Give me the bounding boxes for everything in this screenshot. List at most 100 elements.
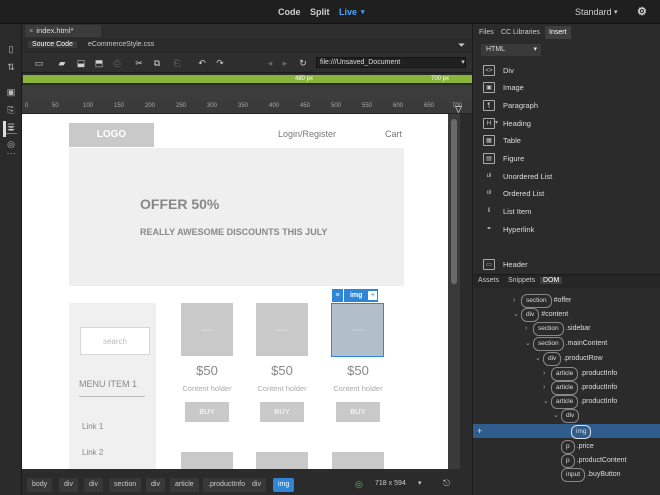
align-icon[interactable]: ☰	[5, 122, 17, 132]
insert-hyperlink[interactable]: ⚭ Hyperlink	[481, 221, 656, 238]
save-icon[interactable]: ⬓	[76, 58, 86, 68]
scrollbar-thumb[interactable]	[451, 119, 457, 284]
breadcrumb-tag[interactable]: div	[146, 478, 165, 492]
breadcrumb-tag-active[interactable]: img	[273, 478, 295, 492]
insert-div[interactable]: <> Div	[481, 62, 656, 79]
paste-icon[interactable]: ⎗	[172, 58, 182, 68]
insert-table[interactable]: ▦ Table	[481, 132, 656, 149]
dom-node[interactable]: › article .productInfo	[543, 381, 617, 395]
preview-in-browser-icon[interactable]: ⎋	[443, 478, 450, 489]
undo-icon[interactable]: ↶	[197, 58, 207, 68]
dom-node[interactable]: › section .sidebar	[525, 322, 591, 336]
filter-icon[interactable]: ⏷	[454, 40, 469, 51]
code-view-button[interactable]: Code	[278, 7, 301, 17]
toggle-icon[interactable]: ⌄	[525, 338, 533, 350]
live-view-canvas[interactable]: LOGO Login/Register Cart OFFER 50% REALL…	[22, 114, 448, 469]
workspace-dropdown-icon[interactable]: ▾	[614, 8, 618, 16]
toggle-icon[interactable]: ⌄	[535, 353, 543, 365]
dom-node[interactable]: input .buyButton	[553, 468, 621, 482]
tab-snippets[interactable]: Snippets	[505, 277, 538, 284]
redo-icon[interactable]: ↷	[215, 58, 225, 68]
insert-figure[interactable]: ▤ Figure	[481, 150, 656, 167]
window-size-readout[interactable]: 718 x 594	[375, 480, 406, 487]
tab-files[interactable]: Files	[475, 26, 498, 39]
dom-node[interactable]: › section #offer	[513, 294, 571, 308]
expand-icon[interactable]: ▾	[495, 115, 498, 132]
tab-assets[interactable]: Assets	[475, 277, 502, 284]
window-size-dropdown-icon[interactable]: ▾	[418, 479, 422, 487]
preview-icon[interactable]: ▣	[5, 87, 17, 97]
forward-arrow-icon[interactable]: ▸	[280, 58, 290, 68]
insert-category-select[interactable]: HTML ▾	[481, 44, 541, 56]
add-element-icon[interactable]: +	[477, 426, 482, 436]
product-image[interactable]	[332, 452, 384, 469]
open-folder-icon[interactable]: ▰	[57, 58, 67, 68]
breadcrumb-tag[interactable]: div	[59, 478, 78, 492]
product-image[interactable]	[181, 452, 233, 469]
menu-item[interactable]: MENU ITEM 1	[79, 379, 137, 389]
nav-cart-link[interactable]: Cart	[385, 129, 402, 139]
dom-node[interactable]: › article .productInfo	[543, 367, 617, 381]
breadcrumb-tag[interactable]: article	[170, 478, 199, 492]
related-file-css[interactable]: eCommerceStyle.css	[84, 41, 158, 48]
breadcrumb-tag[interactable]: body	[27, 478, 53, 492]
offer-banner[interactable]	[69, 148, 404, 286]
back-arrow-icon[interactable]: ◂	[265, 58, 275, 68]
open-documents-icon[interactable]: ▯	[5, 44, 17, 54]
toggle-icon[interactable]: ›	[543, 382, 551, 394]
hamburger-icon[interactable]: ≡	[332, 289, 344, 302]
file-management-icon[interactable]: ⇅	[5, 62, 17, 72]
document-tab[interactable]: × index.html*	[25, 25, 101, 37]
dom-node[interactable]: ⌄ div #content	[513, 308, 568, 322]
toggle-icon[interactable]: ⌄	[553, 410, 561, 422]
tab-dom[interactable]: DOM	[540, 277, 563, 284]
more-tools-icon[interactable]: ···	[5, 148, 17, 158]
buy-button[interactable]: BUY	[336, 402, 380, 422]
close-tab-icon[interactable]: ×	[29, 26, 33, 35]
breadcrumb-tag[interactable]: div	[84, 478, 103, 492]
buy-button[interactable]: BUY	[260, 402, 304, 422]
element-display-badge[interactable]: ≡ img +	[332, 289, 378, 302]
product-image[interactable]: ▭▭▭	[256, 303, 308, 356]
dom-node[interactable]: ⌄ div	[553, 409, 581, 423]
live-view-button[interactable]: Live	[339, 7, 357, 17]
related-file-source-code[interactable]: Source Code	[28, 41, 77, 48]
toggle-icon[interactable]: ⌄	[513, 309, 521, 321]
split-view-button[interactable]: Split	[310, 7, 330, 17]
dom-node[interactable]: p .price	[553, 440, 594, 454]
sync-settings-icon[interactable]: ⚙	[637, 5, 647, 18]
toggle-icon[interactable]: ›	[543, 368, 551, 380]
visual-media-query-bar[interactable]: 480 px 700 px	[22, 73, 472, 85]
new-document-icon[interactable]: ▭	[34, 58, 44, 68]
insert-image[interactable]: ▣ Image	[481, 79, 656, 96]
dom-node[interactable]: ⌄ article .productInfo	[543, 395, 617, 409]
nav-login-link[interactable]: Login/Register	[278, 129, 336, 139]
toggle-icon[interactable]: ›	[525, 323, 533, 335]
workspace-switcher[interactable]: Standard	[575, 7, 612, 17]
copy-icon[interactable]: ⧉	[152, 58, 162, 68]
address-dropdown-icon[interactable]: ▾	[458, 58, 468, 68]
canvas-scrollbar[interactable]	[448, 114, 460, 469]
search-input[interactable]: search	[80, 327, 150, 355]
toggle-icon[interactable]: ›	[513, 295, 521, 307]
insert-ordered-list[interactable]: ol Ordered List	[481, 185, 656, 202]
media-query-range[interactable]: 480 px 700 px	[23, 75, 472, 83]
dom-node-selected[interactable]: img	[563, 425, 593, 439]
product-image[interactable]: ▭▭▭	[181, 303, 233, 356]
insert-paragraph[interactable]: ¶ Paragraph	[481, 97, 656, 114]
sidebar-link[interactable]: Link 1	[82, 422, 103, 431]
breadcrumb-tag[interactable]: .productInfo	[203, 478, 250, 492]
insert-list-item[interactable]: li List Item	[481, 203, 656, 220]
buy-button[interactable]: BUY	[185, 402, 229, 422]
breadcrumb-tag[interactable]: section	[109, 478, 142, 492]
save-all-icon[interactable]: ⬒	[94, 58, 104, 68]
selected-element-outline[interactable]	[331, 303, 384, 357]
insert-unordered-list[interactable]: ul Unordered List	[481, 168, 656, 185]
toggle-icon[interactable]: ⌄	[543, 396, 551, 408]
breadcrumb-tag[interactable]: div	[247, 478, 266, 492]
dom-node[interactable]: ⌄ div .productRow	[535, 352, 603, 366]
dom-node[interactable]: ⌄ section .mainContent	[525, 337, 607, 351]
live-dropdown-icon[interactable]: ▾	[361, 8, 365, 16]
sidebar-link[interactable]: Link 2	[82, 448, 103, 457]
print-icon[interactable]: ⎙	[112, 58, 122, 68]
